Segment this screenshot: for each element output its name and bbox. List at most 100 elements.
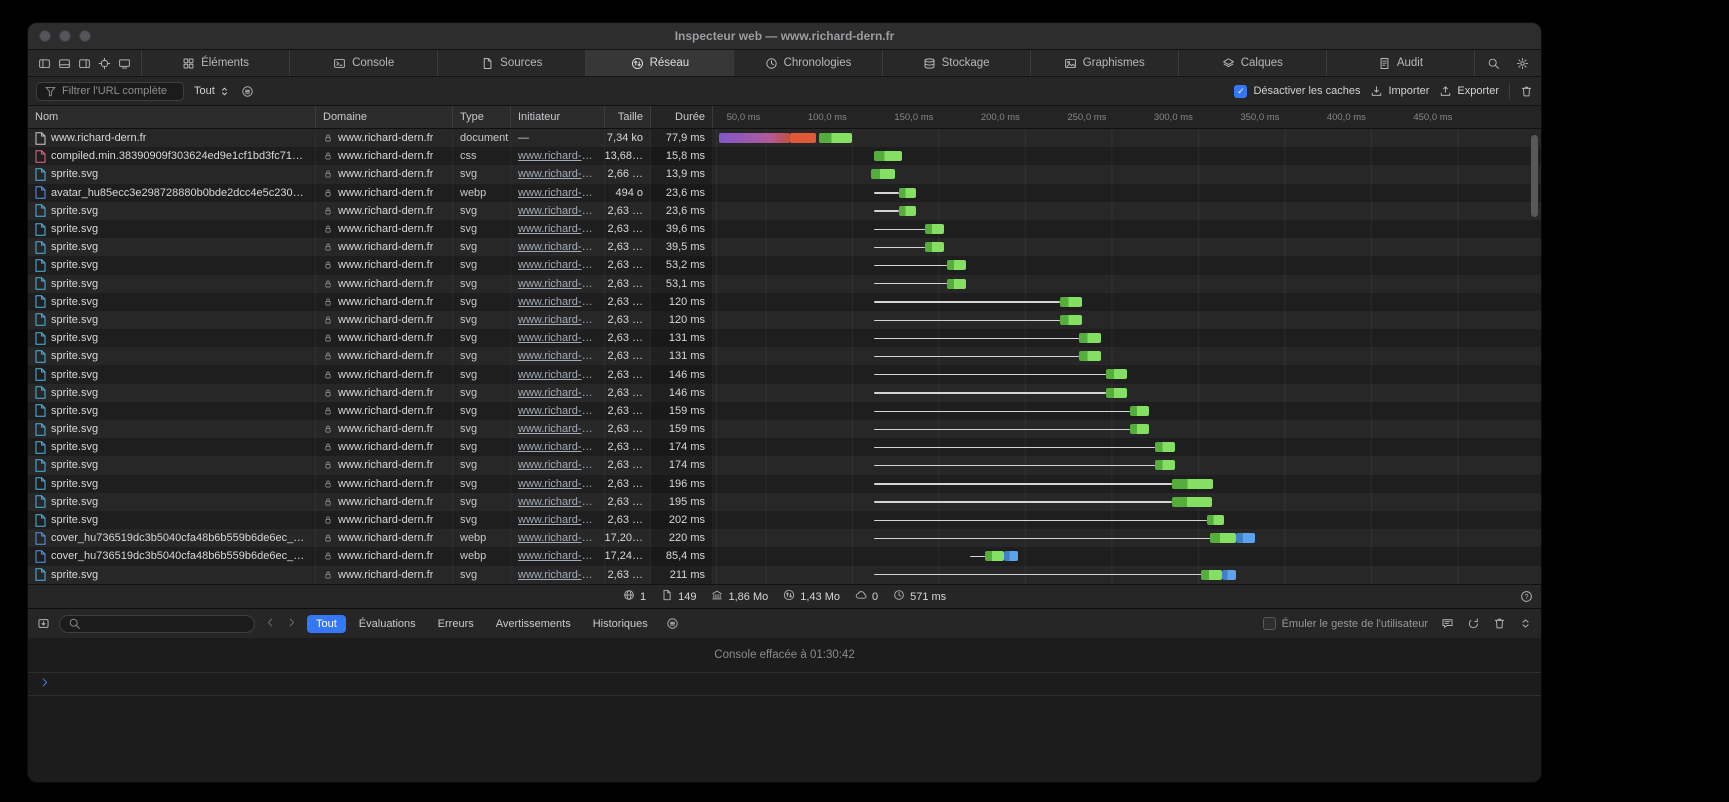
- initiator-link[interactable]: www.richard-d…: [518, 405, 597, 417]
- column-header-duree[interactable]: Durée: [651, 106, 713, 128]
- emulate-gesture-checkbox[interactable]: ✓ Émuler le geste de l'utilisateur: [1263, 617, 1428, 630]
- tab-chronologies[interactable]: Chronologies: [734, 50, 882, 76]
- tab-stockage[interactable]: Stockage: [883, 50, 1031, 76]
- chevron-left-icon[interactable]: [264, 616, 277, 632]
- table-row[interactable]: sprite.svgwww.richard-dern.frsvgwww.rich…: [28, 511, 1541, 529]
- console-tab-historiques[interactable]: Historiques: [584, 615, 657, 633]
- initiator-link[interactable]: www.richard-d…: [518, 187, 597, 199]
- column-header-type[interactable]: Type: [453, 106, 511, 128]
- close-button[interactable]: [39, 30, 51, 42]
- table-row[interactable]: avatar_hu85ecc3e298728880b0bde2dcc4e5c23…: [28, 184, 1541, 202]
- tab-audit[interactable]: Audit: [1327, 50, 1475, 76]
- console-tab-tout[interactable]: Tout: [307, 615, 346, 633]
- element-picker-icon[interactable]: [98, 57, 111, 70]
- initiator-link[interactable]: www.richard-d…: [518, 223, 597, 235]
- table-row[interactable]: www.richard-dern.frwww.richard-dern.frdo…: [28, 129, 1541, 147]
- console-tab-evaluations[interactable]: Évaluations: [350, 615, 425, 633]
- table-row[interactable]: sprite.svgwww.richard-dern.frsvgwww.rich…: [28, 365, 1541, 383]
- disable-caches-checkbox[interactable]: ✓ Désactiver les caches: [1234, 85, 1360, 98]
- gear-icon[interactable]: [1516, 57, 1529, 70]
- minimize-button[interactable]: [59, 30, 71, 42]
- tab-sources[interactable]: Sources: [438, 50, 586, 76]
- table-row[interactable]: cover_hu736519dc3b5040cfa48b6b559b6de6ec…: [28, 529, 1541, 547]
- table-row[interactable]: sprite.svgwww.richard-dern.frsvgwww.rich…: [28, 420, 1541, 438]
- table-row[interactable]: sprite.svgwww.richard-dern.frsvgwww.rich…: [28, 347, 1541, 365]
- dock-left-icon[interactable]: [38, 57, 51, 70]
- table-row[interactable]: sprite.svgwww.richard-dern.frsvgwww.rich…: [28, 384, 1541, 402]
- console-prompt[interactable]: [28, 673, 1541, 696]
- resource-type-dropdown[interactable]: Tout: [194, 85, 231, 98]
- console-scope-icon[interactable]: [37, 617, 50, 630]
- console-tab-erreurs[interactable]: Erreurs: [429, 615, 483, 633]
- chevron-right-icon[interactable]: [285, 616, 298, 632]
- column-header-nom[interactable]: Nom: [28, 106, 316, 128]
- table-row[interactable]: sprite.svgwww.richard-dern.frsvgwww.rich…: [28, 493, 1541, 511]
- column-header-domaine[interactable]: Domaine: [316, 106, 453, 128]
- initiator-link[interactable]: www.richard-d…: [518, 459, 597, 471]
- initiator-link[interactable]: www.richard-d…: [518, 514, 597, 526]
- console-messages-icon[interactable]: [1441, 617, 1454, 630]
- vertical-scrollbar-thumb[interactable]: [1531, 135, 1538, 217]
- dock-bottom-icon[interactable]: [58, 57, 71, 70]
- device-icon[interactable]: [118, 57, 131, 70]
- import-button[interactable]: Importer: [1370, 85, 1429, 98]
- help-icon[interactable]: ?: [1520, 590, 1533, 603]
- table-row[interactable]: sprite.svgwww.richard-dern.frsvgwww.rich…: [28, 311, 1541, 329]
- initiator-link[interactable]: www.richard-d…: [518, 332, 597, 344]
- clear-console-trash-icon[interactable]: [1493, 617, 1506, 630]
- initiator-link[interactable]: www.richard-d…: [518, 296, 597, 308]
- initiator-link[interactable]: www.richard-d…: [518, 441, 597, 453]
- tab-console[interactable]: Console: [290, 50, 438, 76]
- initiator-link[interactable]: www.richard-d…: [518, 550, 597, 562]
- console-search-input[interactable]: [59, 615, 255, 633]
- initiator-link[interactable]: www.richard-d…: [518, 259, 597, 271]
- initiator-link[interactable]: www.richard-d…: [518, 369, 597, 381]
- column-header-taille[interactable]: Taille: [605, 106, 651, 128]
- table-row[interactable]: sprite.svgwww.richard-dern.frsvgwww.rich…: [28, 456, 1541, 474]
- initiator-link[interactable]: www.richard-d…: [518, 278, 597, 290]
- initiator-link[interactable]: www.richard-d…: [518, 205, 597, 217]
- console-tab-avertissements[interactable]: Avertissements: [487, 615, 580, 633]
- table-row[interactable]: sprite.svgwww.richard-dern.frsvgwww.rich…: [28, 238, 1541, 256]
- initiator-link[interactable]: www.richard-d…: [518, 314, 597, 326]
- tab-calques[interactable]: Calques: [1179, 50, 1327, 76]
- initiator-link[interactable]: www.richard-d…: [518, 532, 597, 544]
- table-row[interactable]: sprite.svgwww.richard-dern.frsvgwww.rich…: [28, 566, 1541, 584]
- table-row[interactable]: sprite.svgwww.richard-dern.frsvgwww.rich…: [28, 220, 1541, 238]
- expand-console-icon[interactable]: [1519, 617, 1532, 630]
- table-row[interactable]: sprite.svgwww.richard-dern.frsvgwww.rich…: [28, 165, 1541, 183]
- clear-network-trash-icon[interactable]: [1520, 85, 1533, 98]
- initiator-link[interactable]: www.richard-d…: [518, 150, 597, 162]
- table-row[interactable]: sprite.svgwww.richard-dern.frsvgwww.rich…: [28, 256, 1541, 274]
- tab-reseau[interactable]: Réseau: [586, 50, 734, 76]
- tab-graphismes[interactable]: Graphismes: [1031, 50, 1179, 76]
- dock-right-icon[interactable]: [78, 57, 91, 70]
- column-header-initiateur[interactable]: Initiateur: [511, 106, 605, 128]
- table-row[interactable]: sprite.svgwww.richard-dern.frsvgwww.rich…: [28, 329, 1541, 347]
- titlebar[interactable]: Inspecteur web — www.richard-dern.fr: [28, 23, 1541, 50]
- table-row[interactable]: sprite.svgwww.richard-dern.frsvgwww.rich…: [28, 402, 1541, 420]
- table-row[interactable]: sprite.svgwww.richard-dern.frsvgwww.rich…: [28, 293, 1541, 311]
- initiator-link[interactable]: www.richard-d…: [518, 569, 597, 581]
- table-row[interactable]: sprite.svgwww.richard-dern.frsvgwww.rich…: [28, 438, 1541, 456]
- console-options-icon[interactable]: [666, 617, 679, 630]
- table-row[interactable]: sprite.svgwww.richard-dern.frsvgwww.rich…: [28, 202, 1541, 220]
- table-row[interactable]: sprite.svgwww.richard-dern.frsvgwww.rich…: [28, 275, 1541, 293]
- table-row[interactable]: cover_hu736519dc3b5040cfa48b6b559b6de6ec…: [28, 547, 1541, 565]
- initiator-link[interactable]: www.richard-d…: [518, 387, 597, 399]
- initiator-link[interactable]: www.richard-d…: [518, 350, 597, 362]
- url-filter-input[interactable]: Filtrer l'URL complète: [36, 82, 184, 101]
- filter-options-icon[interactable]: [241, 85, 254, 98]
- initiator-link[interactable]: www.richard-d…: [518, 496, 597, 508]
- initiator-link[interactable]: www.richard-d…: [518, 423, 597, 435]
- refresh-icon[interactable]: [1467, 617, 1480, 630]
- tab-elements[interactable]: Éléments: [142, 50, 290, 76]
- initiator-link[interactable]: www.richard-d…: [518, 478, 597, 490]
- export-button[interactable]: Exporter: [1439, 85, 1499, 98]
- initiator-link[interactable]: www.richard-d…: [518, 241, 597, 253]
- search-icon[interactable]: [1487, 57, 1500, 70]
- table-row[interactable]: compiled.min.38390909f303624ed9e1cf1bd3f…: [28, 147, 1541, 165]
- table-row[interactable]: sprite.svgwww.richard-dern.frsvgwww.rich…: [28, 475, 1541, 493]
- zoom-button[interactable]: [79, 30, 91, 42]
- initiator-link[interactable]: www.richard-d…: [518, 168, 597, 180]
